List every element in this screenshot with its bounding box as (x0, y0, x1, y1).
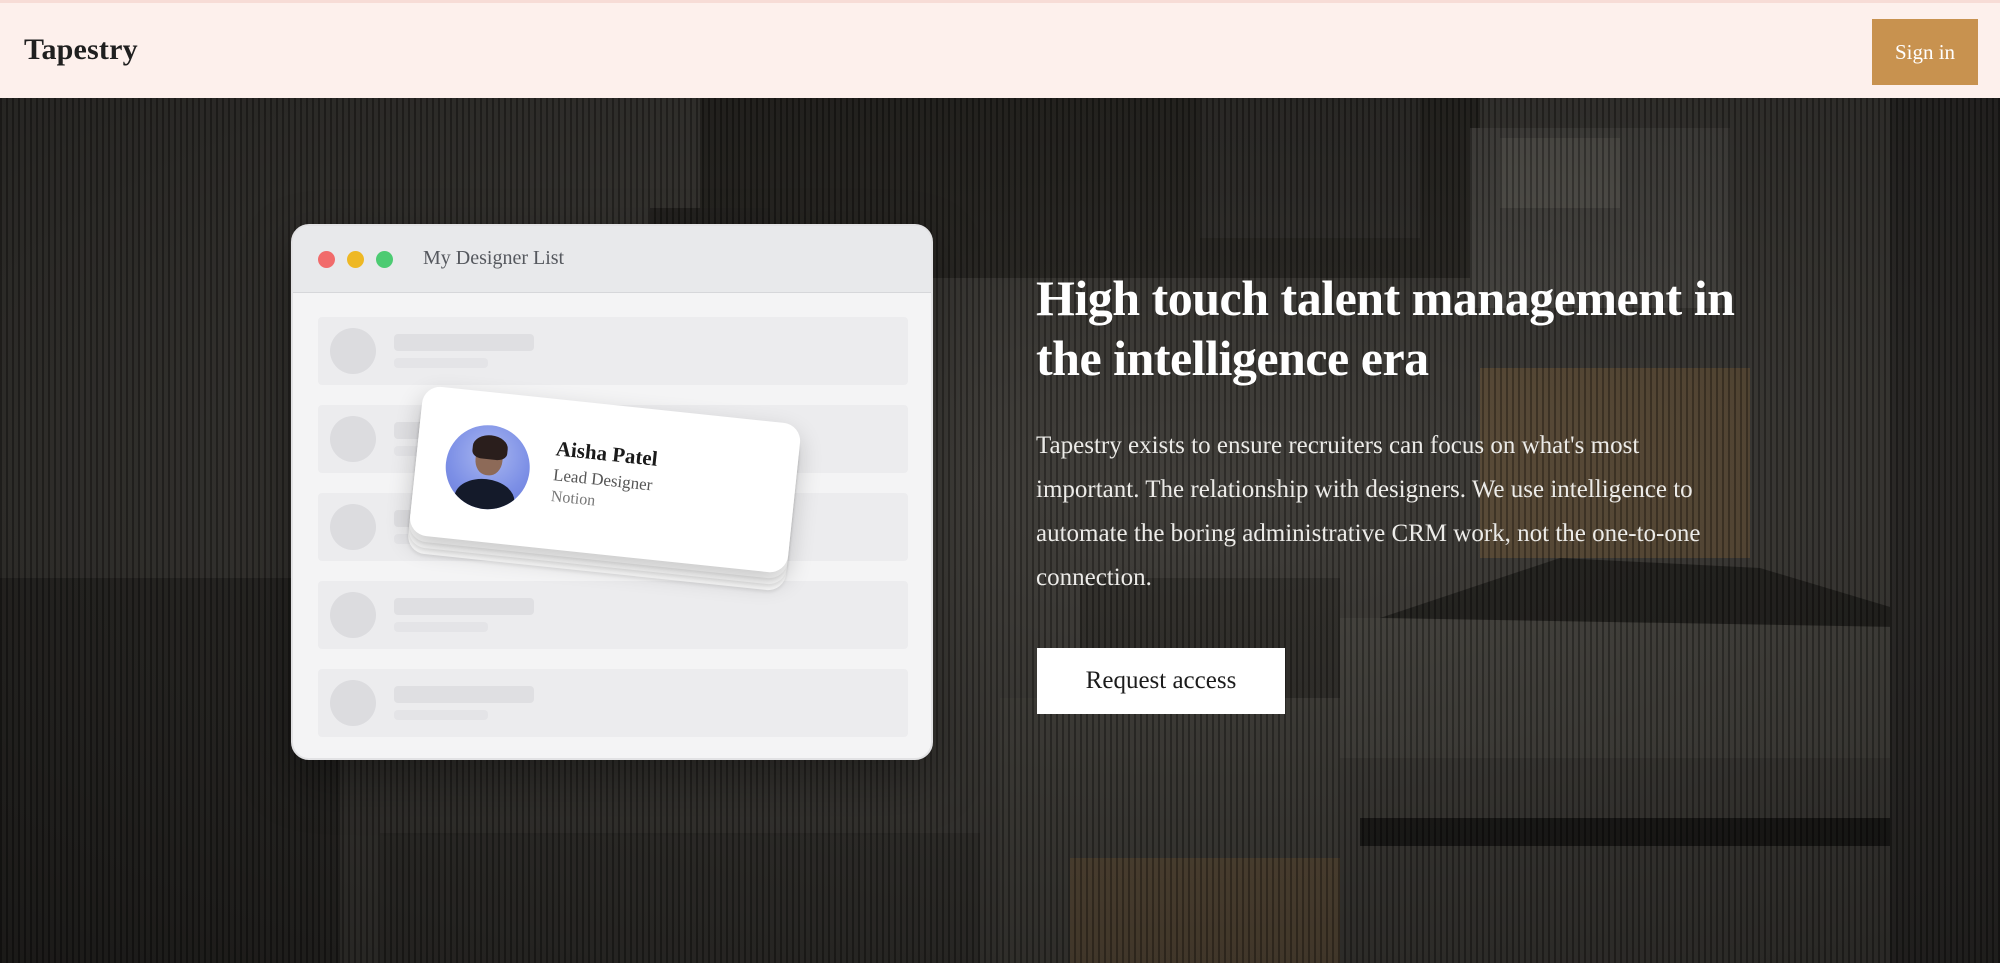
window-title-bar: My Designer List (293, 226, 931, 293)
sign-in-button[interactable]: Sign in (1872, 19, 1978, 85)
profile-company: Notion (550, 488, 597, 510)
window-close-dot (318, 251, 335, 268)
placeholder-row (318, 317, 908, 385)
avatar (441, 421, 534, 514)
window-title: My Designer List (423, 247, 565, 269)
hero-description: Tapestry exists to ensure recruiters can… (1036, 432, 1701, 591)
hero-headline: High touch talent management in the inte… (1036, 270, 1735, 386)
window-minimize-dot (347, 251, 364, 268)
window-maximize-dot (376, 251, 393, 268)
request-access-button[interactable]: Request access (1037, 648, 1285, 714)
site-header: Tapestry Sign in (0, 0, 2000, 98)
placeholder-row (318, 581, 908, 649)
placeholder-row (318, 669, 908, 737)
brand-logo[interactable]: Tapestry (24, 33, 138, 67)
